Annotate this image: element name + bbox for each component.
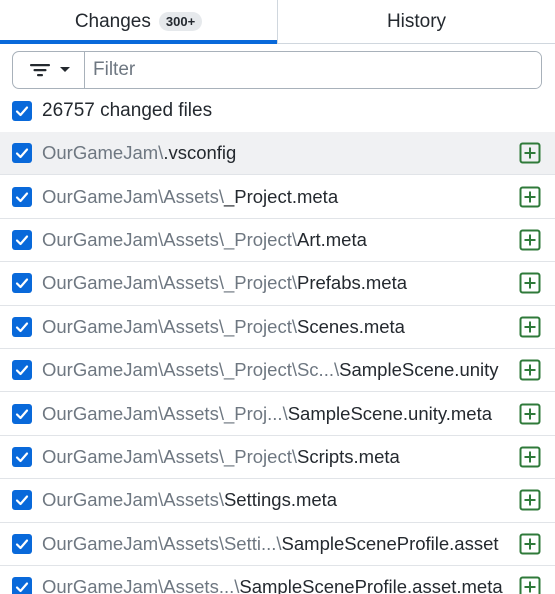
- file-row[interactable]: OurGameJam\Assets\Setti...\SampleScenePr…: [0, 523, 555, 566]
- filter-options-button[interactable]: [13, 52, 85, 88]
- file-added-icon: [519, 272, 541, 294]
- file-name: SampleSceneProfile.asset: [281, 532, 499, 554]
- file-checkbox[interactable]: [12, 360, 32, 381]
- file-name: SampleScene.unity.meta: [287, 402, 493, 424]
- tab-changes[interactable]: Changes 300+: [0, 0, 277, 44]
- file-added-icon: [519, 186, 541, 208]
- checkmark-icon: [15, 105, 29, 116]
- file-path: OurGameJam\Assets\_Project\Scripts.meta: [42, 446, 512, 468]
- file-row[interactable]: OurGameJam\Assets...\SampleSceneProfile.…: [0, 566, 555, 594]
- file-checkbox[interactable]: [12, 577, 32, 594]
- file-path: OurGameJam\Assets\_Project\Sc...\SampleS…: [42, 359, 512, 381]
- file-added-icon: [519, 229, 541, 251]
- file-row[interactable]: OurGameJam\Assets\_Proj...\SampleScene.u…: [0, 392, 555, 436]
- file-checkbox[interactable]: [12, 490, 32, 511]
- changed-files-count: 26757 changed files: [42, 99, 213, 121]
- file-name: .vsconfig: [163, 142, 237, 164]
- file-checkbox[interactable]: [12, 143, 32, 164]
- file-row[interactable]: OurGameJam\Assets\_Project.meta: [0, 175, 555, 219]
- file-checkbox[interactable]: [12, 533, 32, 554]
- file-checkbox[interactable]: [12, 229, 32, 250]
- checkmark-icon: [15, 408, 29, 419]
- file-row[interactable]: OurGameJam\Assets\_Project\Sc...\SampleS…: [0, 349, 555, 393]
- file-directory: OurGameJam\Assets\Setti...\: [42, 532, 282, 554]
- file-added-icon: [519, 446, 541, 468]
- file-checkbox[interactable]: [12, 446, 32, 467]
- file-added-icon: [519, 489, 541, 511]
- changed-files-list: OurGameJam\.vsconfig OurGameJam\Assets\_P…: [0, 132, 555, 594]
- file-directory: OurGameJam\Assets\_Project\Sc...\: [42, 359, 340, 381]
- file-directory: OurGameJam\Assets\_Project\: [42, 272, 297, 294]
- file-checkbox[interactable]: [12, 316, 32, 337]
- file-name: SampleSceneProfile.asset.meta: [239, 576, 503, 594]
- file-path: OurGameJam\Assets\_Project\Scenes.meta: [42, 316, 512, 338]
- tab-changes-label: Changes: [74, 10, 151, 32]
- file-name: Scenes.meta: [296, 315, 405, 337]
- file-path: OurGameJam\Assets\_Project\Art.meta: [42, 229, 512, 251]
- file-added-icon: [519, 403, 541, 425]
- select-all-row: 26757 changed files: [0, 89, 555, 132]
- checkmark-icon: [15, 452, 29, 463]
- file-row[interactable]: OurGameJam\Assets\Settings.meta: [0, 479, 555, 523]
- file-directory: OurGameJam\Assets\_Project\: [42, 445, 297, 467]
- tab-history-label: History: [386, 10, 447, 32]
- file-directory: OurGameJam\Assets\_Project\: [42, 228, 297, 250]
- file-directory: OurGameJam\Assets\: [42, 185, 224, 207]
- file-row[interactable]: OurGameJam\Assets\_Project\Prefabs.meta: [0, 262, 555, 306]
- file-path: OurGameJam\.vsconfig: [42, 142, 512, 164]
- file-path: OurGameJam\Assets\Setti...\SampleScenePr…: [42, 533, 512, 555]
- file-path: OurGameJam\Assets\Settings.meta: [42, 489, 512, 511]
- file-directory: OurGameJam\Assets\: [42, 489, 224, 511]
- chevron-down-icon: [59, 67, 70, 72]
- file-added-icon: [519, 533, 541, 555]
- file-directory: OurGameJam\Assets\_Proj...\: [42, 402, 288, 424]
- tab-history[interactable]: History: [277, 0, 555, 43]
- checkmark-icon: [15, 148, 29, 159]
- file-checkbox[interactable]: [12, 403, 32, 424]
- checkmark-icon: [15, 365, 29, 376]
- file-row[interactable]: OurGameJam\Assets\_Project\Scripts.meta: [0, 436, 555, 480]
- checkmark-icon: [15, 322, 29, 332]
- select-all-checkbox[interactable]: [12, 100, 32, 121]
- checkmark-icon: [15, 235, 29, 246]
- file-checkbox[interactable]: [12, 186, 32, 207]
- file-directory: OurGameJam\Assets\_Project\: [42, 315, 297, 337]
- file-row[interactable]: OurGameJam\Assets\_Project\Art.meta: [0, 219, 555, 263]
- checkmark-icon: [15, 495, 29, 506]
- file-path: OurGameJam\Assets\_Project.meta: [42, 186, 512, 208]
- checkmark-icon: [15, 191, 29, 202]
- file-row[interactable]: OurGameJam\.vsconfig: [0, 132, 555, 176]
- file-row[interactable]: OurGameJam\Assets\_Project\Scenes.meta: [0, 306, 555, 349]
- changes-count-badge: 300+: [158, 12, 203, 31]
- file-name: Scripts.meta: [296, 445, 400, 467]
- checkmark-icon: [15, 278, 29, 289]
- tab-bar: Changes 300+ History: [0, 0, 555, 44]
- file-added-icon: [519, 142, 541, 164]
- file-name: Art.meta: [296, 228, 367, 250]
- file-name: Settings.meta: [223, 489, 338, 511]
- file-name: Prefabs.meta: [296, 272, 408, 294]
- file-added-icon: [519, 359, 541, 381]
- checkmark-icon: [15, 582, 29, 593]
- file-path: OurGameJam\Assets\_Project\Prefabs.meta: [42, 272, 512, 294]
- file-name: _Project.meta: [223, 185, 339, 207]
- file-added-icon: [519, 316, 541, 338]
- file-directory: OurGameJam\: [42, 142, 164, 164]
- file-path: OurGameJam\Assets...\SampleSceneProfile.…: [42, 576, 512, 594]
- file-path: OurGameJam\Assets\_Proj...\SampleScene.u…: [42, 403, 512, 425]
- file-directory: OurGameJam\Assets...\: [42, 576, 240, 594]
- file-name: SampleScene.unity: [339, 359, 499, 381]
- file-added-icon: [519, 576, 541, 594]
- checkmark-icon: [15, 539, 29, 549]
- filter-bar: [12, 51, 542, 89]
- file-checkbox[interactable]: [12, 273, 32, 294]
- filter-input[interactable]: [85, 52, 541, 88]
